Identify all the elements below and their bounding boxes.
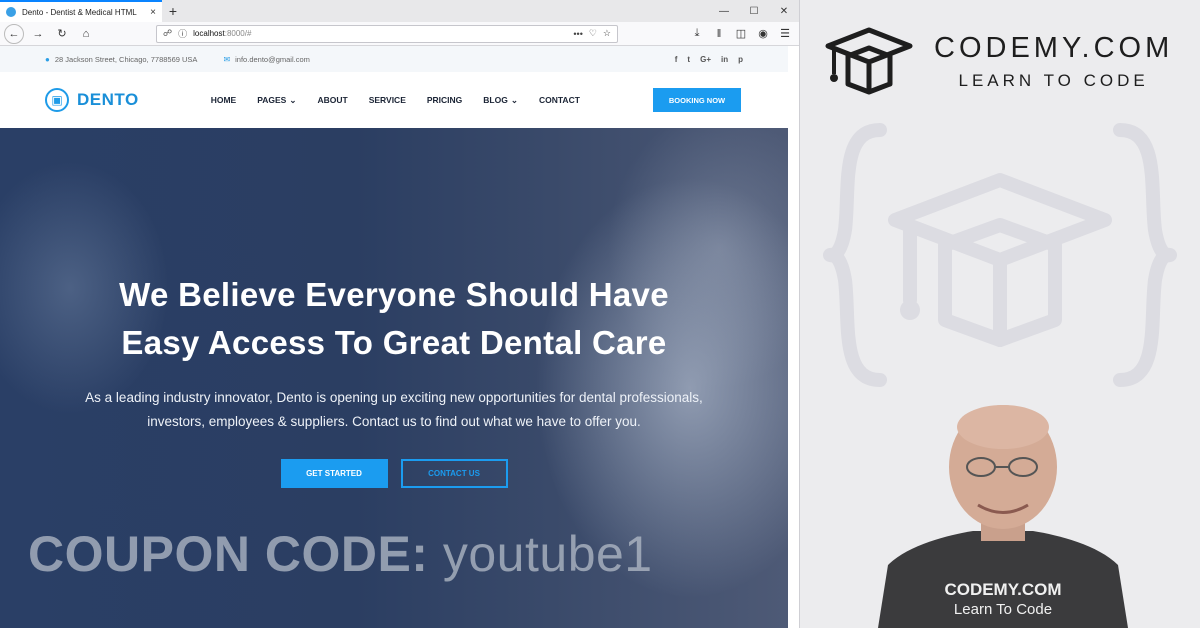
contact-us-button[interactable]: CONTACT US <box>400 459 508 488</box>
main-menu: HOME PAGES ⌄ ABOUT SERVICE PRICING BLOG ⌄ … <box>211 95 580 106</box>
pocket-icon[interactable]: ♡ <box>589 28 597 39</box>
account-icon[interactable]: ◉ <box>753 24 773 44</box>
maximize-button[interactable]: ☐ <box>739 0 769 22</box>
hero-buttons: GET STARTED CONTACT US <box>0 459 788 488</box>
email-text[interactable]: info.dento@gmail.com <box>235 55 310 64</box>
coupon-code: youtube1 <box>442 526 653 582</box>
hero-description: As a leading industry innovator, Dento i… <box>85 390 703 429</box>
menu-item-about[interactable]: ABOUT <box>317 95 347 106</box>
email-info: ✉ info.dento@gmail.com <box>223 55 309 64</box>
location-pin-icon: ● <box>45 54 50 64</box>
favicon-icon <box>6 7 16 17</box>
watermark-logo-icon <box>823 123 1177 387</box>
menu-item-pricing[interactable]: PRICING <box>427 95 462 106</box>
shield-icon: ☍ <box>163 28 173 38</box>
info-icon[interactable]: ⓘ <box>178 27 187 40</box>
site-logo[interactable]: ▣ DENTO <box>45 88 139 112</box>
new-tab-button[interactable]: + <box>162 0 184 22</box>
chevron-down-icon: ⌄ <box>289 94 297 105</box>
forward-icon[interactable]: → <box>28 24 48 44</box>
close-window-button[interactable]: ✕ <box>769 0 799 22</box>
linkedin-icon[interactable]: in <box>721 55 728 64</box>
library-icon[interactable]: ‖ <box>709 24 729 44</box>
brand-name: CODEMY.COM <box>934 31 1174 64</box>
menu-icon[interactable]: ☰ <box>775 24 795 44</box>
bookmark-star-icon[interactable]: ☆ <box>603 28 611 39</box>
tab-title: Dento - Dentist & Medical HTML <box>22 7 137 17</box>
menu-item-service[interactable]: SERVICE <box>369 95 406 106</box>
chevron-down-icon: ⌄ <box>510 94 518 105</box>
address-text: 28 Jackson Street, Chicago, 7788569 USA <box>54 54 198 64</box>
sidebar-icon[interactable]: ◫ <box>731 24 751 44</box>
coupon-label: COUPON CODE: <box>28 526 429 582</box>
codemy-panel: CODEMY.COM LEARN TO CODE CODEMY.COM Lear… <box>800 0 1200 628</box>
reload-icon[interactable]: ↻ <box>52 24 72 44</box>
home-icon[interactable]: ⌂ <box>76 24 96 44</box>
tab-bar: Dento - Dentist & Medical HTML × + — ☐ ✕ <box>0 0 799 22</box>
hero-title: We Believe Everyone Should Have Easy Acc… <box>119 276 669 361</box>
brand-tagline: LEARN TO CODE <box>958 70 1149 90</box>
facebook-icon[interactable]: f <box>675 55 678 64</box>
site-topbar: ● 28 Jackson Street, Chicago, 7788569 US… <box>0 46 788 72</box>
window-controls: — ☐ ✕ <box>709 0 799 22</box>
tooth-icon: ▣ <box>45 88 69 112</box>
twitter-icon[interactable]: t <box>687 55 690 64</box>
menu-item-contact[interactable]: CONTACT <box>539 95 580 106</box>
coupon-overlay: COUPON CODE: youtube1 <box>28 525 653 583</box>
pinterest-icon[interactable]: p <box>738 55 743 64</box>
page-actions-icon[interactable]: ••• <box>573 29 582 39</box>
address-bar[interactable]: ☍ ⓘ localhost:8000/# ••• ♡ ☆ <box>156 24 618 43</box>
menu-item-home[interactable]: HOME <box>211 95 237 106</box>
minimize-button[interactable]: — <box>709 0 739 22</box>
site-navbar: ▣ DENTO HOME PAGES ⌄ ABOUT SERVICE PRICIN… <box>0 72 788 128</box>
menu-item-pages[interactable]: PAGES ⌄ <box>257 95 296 106</box>
logo-text: DENTO <box>77 90 139 109</box>
back-icon[interactable]: ← <box>4 23 24 44</box>
browser-tab[interactable]: Dento - Dentist & Medical HTML × <box>0 0 162 22</box>
social-links: f t G+ in p <box>675 55 743 64</box>
shirt-tagline-text: Learn To Code <box>953 601 1053 618</box>
menu-item-blog[interactable]: BLOG ⌄ <box>483 95 518 106</box>
url-text: localhost:8000/# <box>193 29 252 38</box>
shirt-brand-text: CODEMY.COM <box>944 580 1062 599</box>
codemy-brand: CODEMY.COM LEARN TO CODE <box>824 26 1173 96</box>
tab-close-icon[interactable]: × <box>150 7 156 18</box>
toolbar-right: ⤓ ‖ ◫ ◉ ☰ <box>687 24 795 44</box>
get-started-button[interactable]: GET STARTED <box>280 459 388 488</box>
browser-toolbar: ← → ↻ ⌂ ☍ ⓘ localhost:8000/# ••• ♡ ☆ ⤓ ‖… <box>0 22 799 46</box>
downloads-icon[interactable]: ⤓ <box>687 24 707 44</box>
google-plus-icon[interactable]: G+ <box>700 55 711 64</box>
address-info: ● 28 Jackson Street, Chicago, 7788569 US… <box>45 55 197 64</box>
booking-now-button[interactable]: BOOKING NOW <box>653 88 741 112</box>
graduation-cap-icon <box>825 27 913 95</box>
mail-icon: ✉ <box>223 54 231 64</box>
